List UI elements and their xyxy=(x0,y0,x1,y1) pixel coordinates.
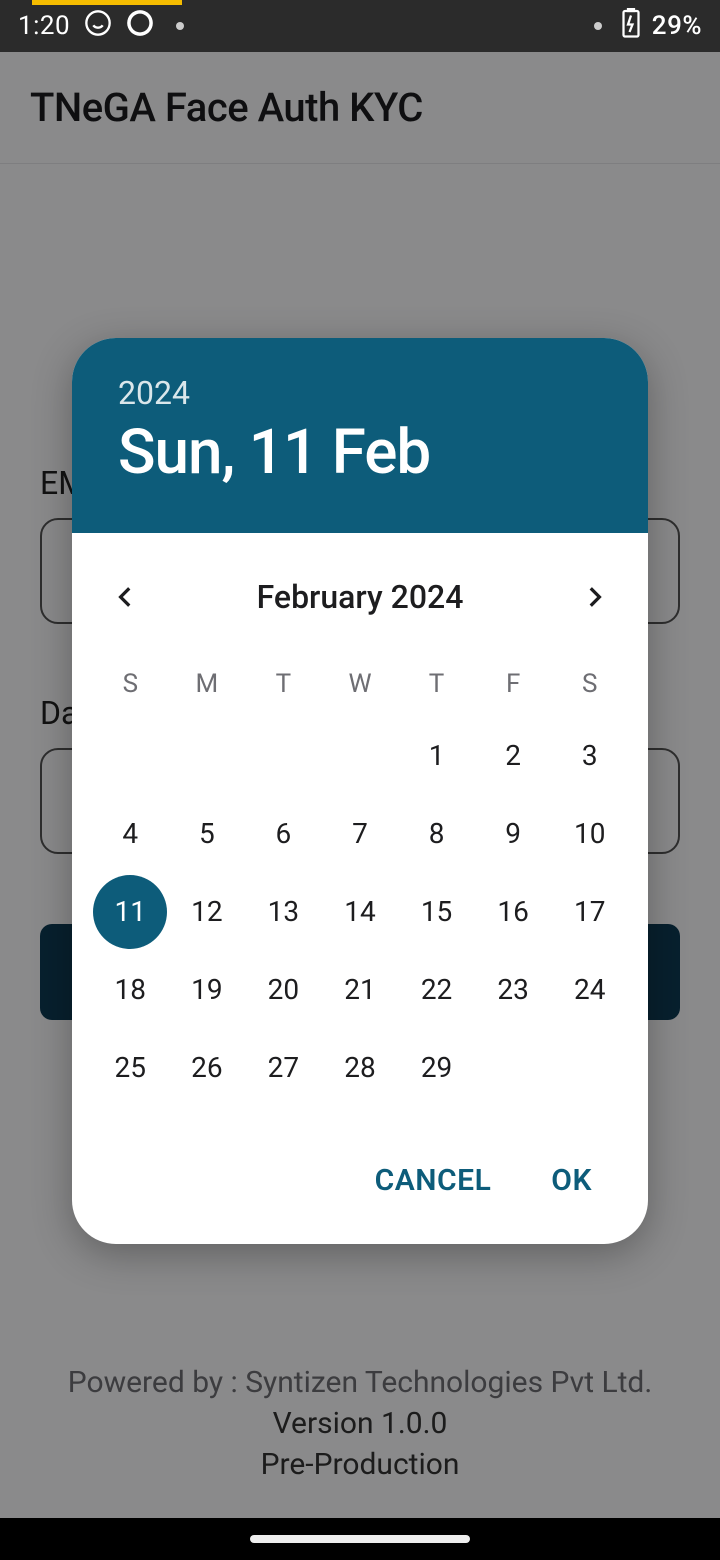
month-navigation: February 2024 xyxy=(72,533,648,641)
prev-month-button[interactable] xyxy=(102,573,150,621)
month-year-label[interactable]: February 2024 xyxy=(257,578,464,616)
calendar-empty-cell xyxy=(551,1029,628,1107)
nav-handle[interactable] xyxy=(250,1535,470,1543)
calendar-day-cell[interactable]: 4 xyxy=(92,795,169,873)
weekday-header-cell: T xyxy=(398,651,475,717)
status-bar: 1:20 29% xyxy=(0,0,720,52)
calendar-empty-cell xyxy=(92,717,169,795)
calendar-day-cell[interactable]: 25 xyxy=(92,1029,169,1107)
calendar-day-cell[interactable]: 15 xyxy=(398,873,475,951)
calendar-day-cell[interactable]: 23 xyxy=(475,951,552,1029)
chevron-right-icon xyxy=(581,584,607,610)
date-picker-year[interactable]: 2024 xyxy=(118,374,602,412)
calendar-day-cell[interactable]: 22 xyxy=(398,951,475,1029)
whatsapp-icon xyxy=(84,9,112,44)
system-nav-bar xyxy=(0,1518,720,1560)
calendar-week-row: 45678910 xyxy=(92,795,628,873)
calendar-empty-cell xyxy=(322,717,399,795)
calendar-day-cell[interactable]: 19 xyxy=(169,951,246,1029)
calendar-day-cell[interactable]: 11 xyxy=(92,873,169,951)
accent-strip xyxy=(32,0,182,5)
calendar-day-cell[interactable]: 29 xyxy=(398,1029,475,1107)
calendar-week-row: 2526272829 xyxy=(92,1029,628,1107)
date-picker-dialog: 2024 Sun, 11 Feb February 2024 SMTWTFS 1… xyxy=(72,338,648,1244)
weekday-header-cell: W xyxy=(322,651,399,717)
calendar-day-cell[interactable]: 8 xyxy=(398,795,475,873)
calendar-day-cell[interactable]: 17 xyxy=(551,873,628,951)
calendar-day-cell[interactable]: 10 xyxy=(551,795,628,873)
cancel-button[interactable]: CANCEL xyxy=(375,1163,492,1198)
calendar-empty-cell xyxy=(169,717,246,795)
calendar-grid: SMTWTFS 12345678910111213141516171819202… xyxy=(72,641,648,1137)
dialog-actions: CANCEL OK xyxy=(72,1137,648,1244)
battery-icon xyxy=(622,8,640,45)
calendar-day-cell[interactable]: 3 xyxy=(551,717,628,795)
calendar-day-cell[interactable]: 16 xyxy=(475,873,552,951)
calendar-day-cell[interactable]: 13 xyxy=(245,873,322,951)
calendar-day-cell[interactable]: 21 xyxy=(322,951,399,1029)
app-notification-icon xyxy=(126,9,154,44)
calendar-week-row: 18192021222324 xyxy=(92,951,628,1029)
calendar-day-cell[interactable]: 27 xyxy=(245,1029,322,1107)
calendar-day-cell[interactable]: 28 xyxy=(322,1029,399,1107)
calendar-day-cell[interactable]: 20 xyxy=(245,951,322,1029)
calendar-day-cell[interactable]: 7 xyxy=(322,795,399,873)
weekday-header-cell: M xyxy=(169,651,246,717)
calendar-day-cell[interactable]: 26 xyxy=(169,1029,246,1107)
calendar-empty-cell xyxy=(475,1029,552,1107)
calendar-empty-cell xyxy=(245,717,322,795)
weekday-header-row: SMTWTFS xyxy=(92,651,628,717)
status-left-group: 1:20 xyxy=(18,9,184,44)
next-month-button[interactable] xyxy=(570,573,618,621)
ok-button[interactable]: OK xyxy=(551,1163,592,1198)
calendar-week-row: 11121314151617 xyxy=(92,873,628,951)
weekday-header-cell: T xyxy=(245,651,322,717)
calendar-day-cell[interactable]: 24 xyxy=(551,951,628,1029)
status-time: 1:20 xyxy=(18,11,70,41)
more-notifications-icon xyxy=(176,22,184,30)
calendar-day-cell[interactable]: 18 xyxy=(92,951,169,1029)
calendar-week-row: 123 xyxy=(92,717,628,795)
app-area: TNeGA Face Auth KYC EM Da Powered by : S… xyxy=(0,52,720,1518)
chevron-left-icon xyxy=(113,584,139,610)
calendar-day-cell[interactable]: 9 xyxy=(475,795,552,873)
calendar-day-cell[interactable]: 2 xyxy=(475,717,552,795)
calendar-day-cell[interactable]: 1 xyxy=(398,717,475,795)
calendar-day-cell[interactable]: 12 xyxy=(169,873,246,951)
calendar-day-cell[interactable]: 5 xyxy=(169,795,246,873)
status-right-group: 29% xyxy=(594,8,702,45)
date-picker-header: 2024 Sun, 11 Feb xyxy=(72,338,648,533)
weekday-header-cell: F xyxy=(475,651,552,717)
calendar-day-cell[interactable]: 14 xyxy=(322,873,399,951)
calendar-day-cell[interactable]: 6 xyxy=(245,795,322,873)
status-dot-icon xyxy=(594,22,602,30)
battery-percent: 29% xyxy=(652,11,702,41)
weekday-header-cell: S xyxy=(551,651,628,717)
date-picker-selected-date[interactable]: Sun, 11 Feb xyxy=(118,416,602,489)
weekday-header-cell: S xyxy=(92,651,169,717)
